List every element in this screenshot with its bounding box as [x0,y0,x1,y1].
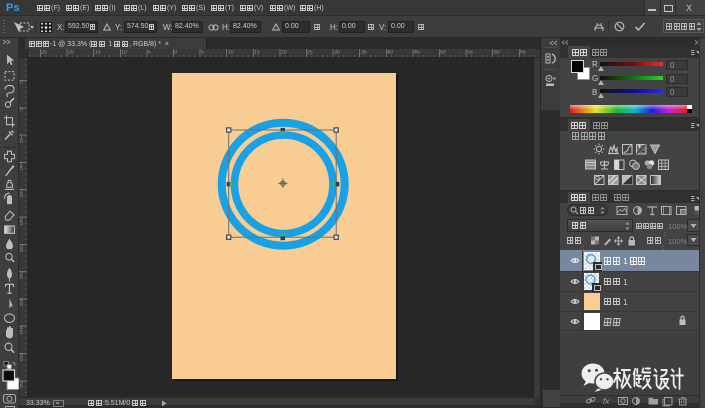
svg-text:fx: fx [603,397,610,406]
